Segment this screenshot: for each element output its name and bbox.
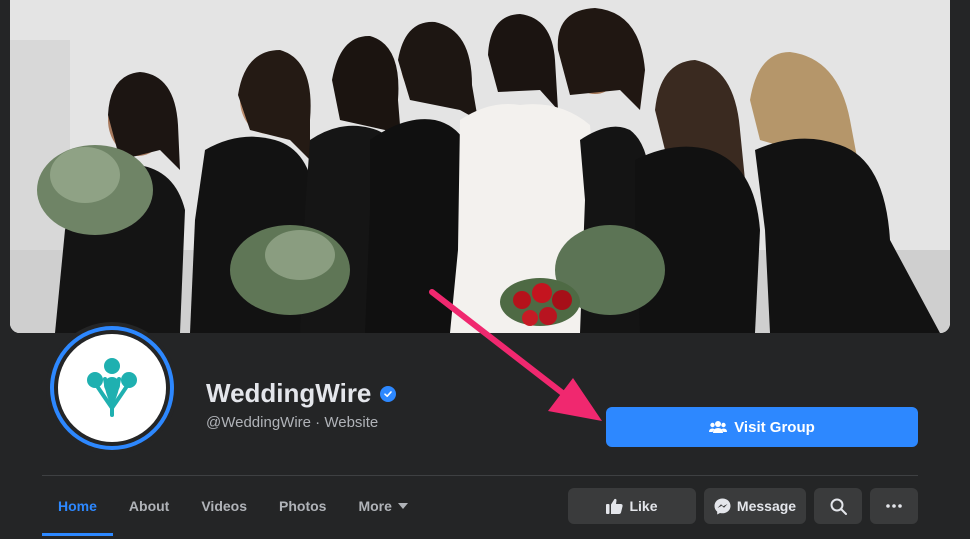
tab-photos[interactable]: Photos — [263, 476, 342, 536]
verified-badge-icon — [380, 385, 397, 402]
avatar[interactable] — [46, 322, 178, 454]
tab-videos[interactable]: Videos — [185, 476, 263, 536]
page-title: WeddingWire — [206, 378, 397, 409]
tab-about[interactable]: About — [113, 476, 185, 536]
like-label: Like — [629, 498, 658, 514]
message-label: Message — [736, 498, 797, 514]
tab-home[interactable]: Home — [42, 476, 113, 536]
page-tabs: Home About Videos Photos More — [42, 476, 424, 536]
avatar-ring — [50, 326, 174, 450]
cover-photo-illustration — [10, 0, 950, 333]
avatar-border — [54, 330, 170, 446]
visit-group-label: Visit Group — [734, 418, 815, 436]
messenger-icon — [714, 498, 731, 514]
tab-photos-label: Photos — [279, 498, 327, 514]
thumbs-up-icon — [606, 498, 624, 514]
page-handle: @WeddingWire — [206, 414, 311, 431]
tab-home-label: Home — [58, 498, 97, 514]
cover-photo[interactable] — [10, 0, 950, 333]
search-icon — [830, 498, 847, 515]
message-button[interactable]: Message — [704, 488, 806, 524]
tab-about-label: About — [128, 498, 170, 514]
page-category: Website — [324, 414, 379, 431]
caret-down-icon — [397, 503, 408, 509]
page-subtitle: @WeddingWire · Website — [206, 414, 378, 431]
like-button[interactable]: Like — [568, 488, 696, 524]
search-button[interactable] — [814, 488, 862, 524]
ellipsis-icon — [886, 504, 902, 508]
subtitle-separator: · — [315, 414, 321, 431]
tab-more[interactable]: More — [342, 476, 423, 536]
page-name-text: WeddingWire — [206, 378, 372, 408]
tab-videos-label: Videos — [201, 498, 247, 514]
more-options-button[interactable] — [870, 488, 918, 524]
visit-group-button[interactable]: Visit Group — [606, 407, 918, 447]
tab-more-label: More — [358, 498, 392, 514]
bouquet-logo-icon — [87, 358, 137, 417]
weddingwire-logo — [58, 334, 166, 442]
group-icon — [709, 421, 728, 433]
